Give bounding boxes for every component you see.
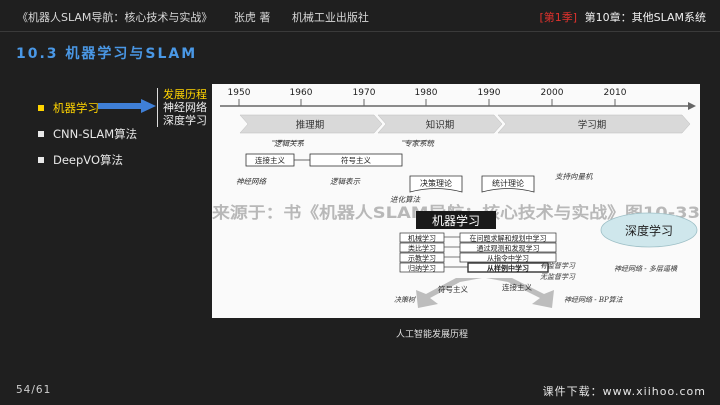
menu-item-label: 机器学习 bbox=[53, 101, 99, 115]
year-tick: 1980 bbox=[415, 88, 438, 98]
label-problem-solving: 在问题求解和规划中学习 bbox=[470, 234, 547, 243]
label-symbolism2: 符号主义 bbox=[438, 284, 468, 294]
sub-item-deep-learning[interactable]: 深度学习 bbox=[163, 114, 207, 127]
chapter-label: 第10章：其他SLAM系统 bbox=[584, 11, 706, 24]
label-bp: 神经网络 - BP算法 bbox=[564, 296, 624, 304]
label-decision-tree: 决策树 bbox=[394, 296, 416, 304]
menu-item-deepvo[interactable]: DeepVO算法 bbox=[38, 152, 137, 178]
menu-item-label: DeepVO算法 bbox=[53, 153, 124, 167]
bullet-icon bbox=[38, 130, 44, 137]
sub-menu: 发展历程 神经网络 深度学习 bbox=[157, 88, 207, 127]
label-connectionism2: 连接主义 bbox=[502, 282, 532, 292]
ai-history-figure: 1950 1960 1970 1980 1990 2000 2010 推理期 知… bbox=[212, 84, 700, 318]
menu-item-cnn-slam[interactable]: CNN-SLAM算法 bbox=[38, 126, 137, 152]
label-logic-relation: 逻辑关系 bbox=[274, 139, 304, 148]
period-label: 推理期 bbox=[296, 119, 325, 131]
label-instruct: 示教学习 bbox=[408, 254, 436, 263]
year-tick: 2000 bbox=[541, 88, 564, 98]
sub-item-history[interactable]: 发展历程 bbox=[163, 88, 207, 101]
book-author: 张虎 著 bbox=[233, 11, 271, 24]
label-expert-system: 专家系统 bbox=[404, 139, 435, 148]
page-number: 54/61 bbox=[16, 384, 52, 396]
book-title: 《机器人SLAM导航：核心技术与实战》 bbox=[17, 11, 213, 24]
year-tick: 1970 bbox=[353, 88, 376, 98]
label-from-examples: 从样例中学习 bbox=[487, 264, 529, 273]
bullet-icon bbox=[38, 156, 44, 163]
label-nn-multi: 神经网络 - 多层逼横 bbox=[614, 265, 678, 273]
label-unsupervised: 无监督学习 bbox=[540, 273, 576, 281]
label-ml-item: 机械学习 bbox=[408, 234, 436, 243]
book-publisher: 机械工业出版社 bbox=[291, 11, 369, 24]
year-tick: 1950 bbox=[228, 88, 251, 98]
header-left: 《机器人SLAM导航：核心技术与实战》 张虎 著 机械工业出版社 bbox=[17, 9, 387, 25]
label-svm: 支持向量机 bbox=[555, 172, 593, 181]
download-site[interactable]: 课件下载：www.xiihoo.com bbox=[543, 383, 706, 399]
label-analogy: 类比学习 bbox=[408, 244, 436, 253]
label-neural-net: 神经网络 bbox=[236, 177, 267, 186]
figure-caption: 人工智能发展历程 bbox=[396, 330, 469, 340]
label-logic-repr: 逻辑表示 bbox=[330, 177, 361, 186]
year-tick: 1990 bbox=[478, 88, 501, 98]
period-label: 知识期 bbox=[426, 119, 455, 131]
sub-item-neural-network[interactable]: 神经网络 bbox=[163, 101, 207, 114]
label-decision-theory: 决策理论 bbox=[420, 178, 452, 188]
year-tick: 2010 bbox=[604, 88, 627, 98]
label-observation: 通过观测和发现学习 bbox=[477, 244, 540, 253]
timeline-arrow-icon bbox=[688, 102, 696, 110]
label-induction: 归纳学习 bbox=[408, 264, 436, 273]
label-connectionism: 连接主义 bbox=[255, 155, 285, 165]
menu-item-label: CNN-SLAM算法 bbox=[53, 127, 138, 141]
year-tick: 1960 bbox=[290, 88, 313, 98]
bullet-icon bbox=[38, 104, 44, 111]
header-right: [第1季] 第10章：其他SLAM系统 bbox=[540, 9, 706, 25]
label-deep-learning: 深度学习 bbox=[625, 223, 673, 238]
section-title: 10.3 机器学习与SLAM bbox=[16, 46, 198, 62]
label-supervised: 有监督学习 bbox=[540, 262, 576, 270]
label-ml-box: 机器学习 bbox=[432, 213, 480, 228]
header-divider bbox=[0, 31, 720, 32]
label-statistical-theory: 统计理论 bbox=[492, 178, 524, 188]
period-label: 学习期 bbox=[578, 119, 607, 131]
arrow-right-icon bbox=[98, 99, 156, 113]
header-bar: 《机器人SLAM导航：核心技术与实战》 张虎 著 机械工业出版社 [第1季] 第… bbox=[0, 0, 720, 34]
label-symbolism: 符号主义 bbox=[341, 155, 371, 165]
act-label: [第1季] bbox=[539, 11, 578, 24]
label-instruction: 从指令中学习 bbox=[487, 254, 529, 263]
